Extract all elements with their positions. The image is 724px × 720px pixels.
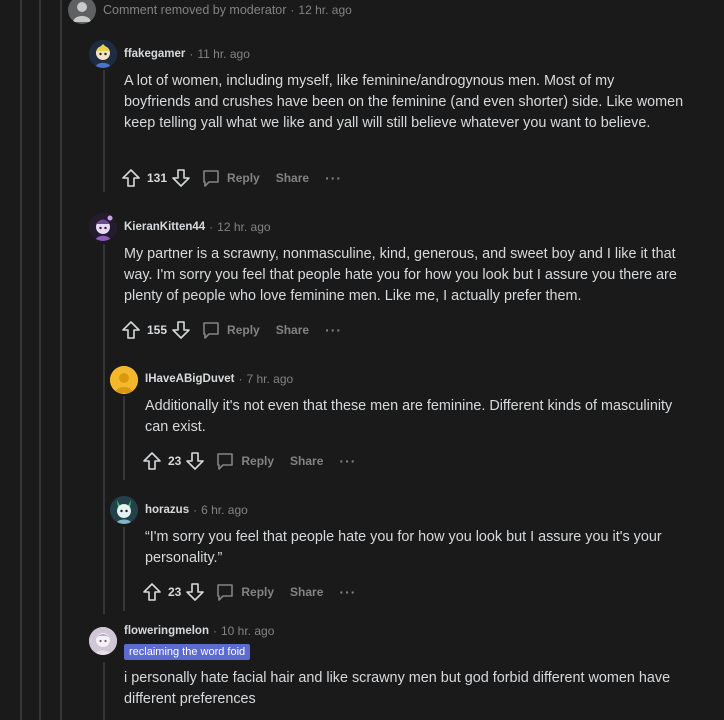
downvote-icon[interactable] (185, 451, 205, 471)
downvote-icon[interactable] (171, 320, 191, 340)
avatar[interactable] (110, 366, 138, 394)
share-button[interactable]: Share (276, 323, 309, 337)
more-options-icon[interactable]: ··· (339, 584, 356, 600)
comment-actions: 131 Reply Share ··· (121, 166, 342, 190)
comment-actions: 155 Reply Share ··· (121, 318, 342, 342)
separator-dot: · (189, 47, 194, 61)
timestamp[interactable]: 12 hr. ago (217, 220, 270, 234)
separator-dot: · (209, 220, 214, 234)
username[interactable]: KieranKitten44 (124, 221, 205, 233)
reply-button[interactable]: Reply (201, 320, 260, 340)
comment-bubble-icon (215, 451, 235, 471)
thread-line[interactable] (60, 0, 62, 720)
comment-body: My partner is a scrawny, nonmasculine, k… (124, 246, 677, 304)
more-options-icon[interactable]: ··· (325, 322, 342, 338)
comment-bubble-icon (201, 168, 221, 188)
separator-dot: · (238, 372, 243, 386)
thread-line[interactable] (39, 0, 41, 720)
user-flair: reclaiming the word foid (124, 644, 251, 660)
vote-count: 23 (168, 454, 182, 468)
comment-thread: Comment removed by moderator · 12 hr. ag… (0, 0, 724, 720)
comment-actions: 23 Reply Share ··· (142, 449, 356, 473)
vote-count: 131 (147, 171, 168, 185)
avatar[interactable] (89, 627, 117, 655)
comment-actions: 23 Reply Share ··· (142, 580, 356, 604)
username[interactable]: ffakegamer (124, 48, 185, 60)
downvote-icon[interactable] (185, 582, 205, 602)
separator-dot: · (193, 503, 198, 517)
comment-body: i personally hate facial hair and like s… (124, 670, 671, 707)
vote-count: 23 (168, 585, 182, 599)
comment-body: A lot of women, including myself, like f… (124, 73, 684, 131)
upvote-icon[interactable] (121, 320, 141, 340)
share-button[interactable]: Share (290, 585, 323, 599)
timestamp[interactable]: 10 hr. ago (221, 624, 274, 638)
removed-label: Comment removed by moderator (103, 3, 287, 17)
upvote-icon[interactable] (142, 451, 162, 471)
thread-line[interactable] (123, 396, 125, 480)
comment-bubble-icon (201, 320, 221, 340)
thread-line[interactable] (20, 0, 22, 720)
comment-body: “I'm sorry you feel that people hate you… (145, 529, 662, 566)
timestamp[interactable]: 7 hr. ago (246, 372, 293, 386)
more-options-icon[interactable]: ··· (339, 453, 356, 469)
thread-line[interactable] (123, 527, 125, 611)
avatar[interactable] (89, 40, 117, 68)
avatar[interactable] (89, 213, 117, 241)
timestamp[interactable]: 11 hr. ago (197, 47, 250, 61)
username[interactable]: IHaveABigDuvet (145, 373, 234, 385)
separator-dot: · (290, 3, 295, 17)
reply-label: Reply (241, 454, 275, 468)
username[interactable]: horazus (145, 504, 189, 516)
timestamp[interactable]: 6 hr. ago (201, 503, 248, 517)
share-button[interactable]: Share (276, 171, 309, 185)
vote-count: 155 (147, 323, 168, 337)
timestamp: 12 hr. ago (298, 3, 352, 17)
thread-line[interactable] (103, 70, 105, 192)
reply-button[interactable]: Reply (201, 168, 260, 188)
username[interactable]: floweringmelon (124, 625, 209, 637)
comment-bubble-icon (215, 582, 235, 602)
thread-line[interactable] (103, 244, 105, 614)
reply-button[interactable]: Reply (215, 451, 274, 471)
comment-body: Additionally it's not even that these me… (145, 398, 673, 435)
reply-label: Reply (227, 323, 260, 337)
avatar[interactable] (110, 496, 138, 524)
downvote-icon[interactable] (171, 168, 191, 188)
upvote-icon[interactable] (121, 168, 141, 188)
reply-button[interactable]: Reply (215, 582, 274, 602)
removed-avatar (68, 0, 96, 24)
more-options-icon[interactable]: ··· (325, 170, 342, 186)
share-button[interactable]: Share (290, 454, 323, 468)
upvote-icon[interactable] (142, 582, 162, 602)
reply-label: Reply (227, 171, 260, 185)
separator-dot: · (212, 624, 217, 638)
thread-line[interactable] (103, 662, 105, 720)
reply-label: Reply (241, 585, 275, 599)
